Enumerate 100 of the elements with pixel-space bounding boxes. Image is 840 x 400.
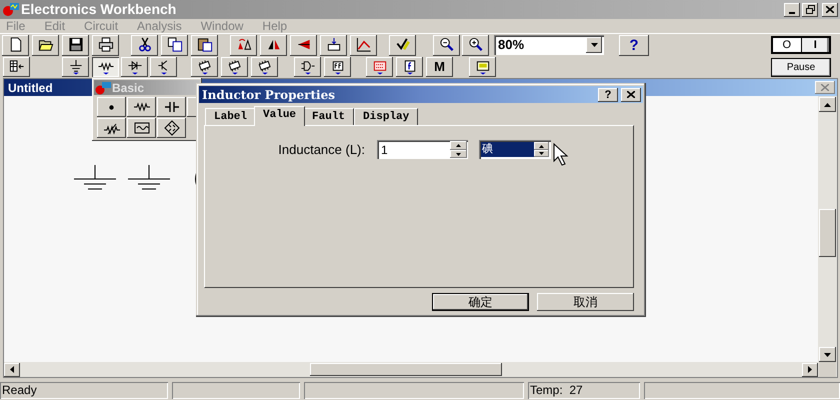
parts-bin-button[interactable]: [469, 56, 496, 77]
toolbar-button[interactable]: [32, 34, 59, 56]
close-icon: [821, 84, 829, 91]
scroll-up-button[interactable]: [819, 97, 836, 112]
parts-bin-button[interactable]: [3, 56, 30, 77]
window-title: Electronics Workbench: [21, 0, 176, 19]
parts-bin-button[interactable]: [221, 56, 248, 77]
close-button[interactable]: [822, 2, 838, 16]
toolbar-button[interactable]: [433, 34, 460, 56]
tab[interactable]: Fault: [303, 108, 354, 125]
right-arrow-icon: [808, 366, 812, 373]
palette-title: Basic: [112, 80, 144, 96]
toolbar-button[interactable]: [92, 34, 119, 56]
status-message: Ready: [0, 382, 168, 399]
minimize-icon: [789, 12, 795, 14]
zoom-value: 80%: [497, 36, 526, 54]
minimize-button[interactable]: [784, 2, 800, 16]
display-board-icon: [372, 58, 388, 75]
toolbar-button[interactable]: [230, 34, 257, 56]
toolbar-button[interactable]: [290, 34, 317, 56]
parts-bin-button[interactable]: [324, 56, 351, 77]
tab[interactable]: Display: [354, 108, 418, 125]
increment-button[interactable]: [450, 141, 467, 150]
dialog-title: Inductor Properties: [202, 86, 335, 104]
palette-button[interactable]: [127, 97, 156, 117]
chip-icon: [226, 58, 242, 75]
up-arrow-icon: [539, 144, 544, 148]
scroll-right-button[interactable]: [802, 362, 818, 376]
zoom-in-icon: [468, 37, 484, 54]
palette-button[interactable]: [157, 97, 186, 117]
parts-bin-button[interactable]: M: [426, 56, 453, 77]
field-label: Inductance (L):: [277, 141, 366, 159]
parts-bin-button[interactable]: [366, 56, 393, 77]
unit-spinbox[interactable]: 碘: [479, 140, 551, 160]
palette-button[interactable]: [127, 118, 156, 138]
parts-bin-button[interactable]: [121, 56, 148, 77]
toolbar-button[interactable]: [260, 34, 287, 56]
component-box-icon: [326, 37, 342, 54]
ground-icon: [68, 58, 84, 75]
parts-bin-button[interactable]: [396, 56, 423, 77]
copy-icon: [166, 37, 182, 54]
power-off-label: O: [781, 38, 792, 52]
toolbar-button[interactable]: [131, 34, 158, 56]
toolbar-button[interactable]: [350, 34, 377, 56]
toolbar-button[interactable]: [62, 34, 89, 56]
toolbar-button[interactable]: [2, 34, 29, 56]
vertical-scrollbar[interactable]: [818, 96, 837, 377]
dialog-button[interactable]: 取消: [537, 293, 634, 311]
dialog-button[interactable]: 确定: [432, 293, 529, 311]
toolbar-button[interactable]: [389, 34, 416, 56]
unit-text: 碘: [481, 142, 534, 158]
power-on-label: I: [800, 38, 829, 52]
tab[interactable]: Value: [254, 106, 306, 126]
logic-gate-icon: [300, 58, 316, 75]
toolbar-button[interactable]: [320, 34, 347, 56]
size-grip[interactable]: [819, 362, 836, 377]
scrollbar-thumb[interactable]: [819, 209, 836, 257]
down-arrow-icon: [824, 352, 831, 356]
value-spinbox[interactable]: 1: [377, 140, 468, 160]
parts-bin-button[interactable]: [294, 56, 321, 77]
toolbar-button[interactable]: [161, 34, 188, 56]
increment-button[interactable]: [534, 142, 549, 150]
scissors-icon: [136, 37, 152, 54]
parts-bin-button[interactable]: [191, 56, 218, 77]
tab[interactable]: Label: [205, 108, 256, 125]
up-arrow-icon: [456, 144, 461, 147]
palette-button[interactable]: [157, 118, 186, 138]
temperature-readout: Temp: 27: [528, 382, 640, 399]
clipboard-icon: [196, 37, 212, 54]
palette-button[interactable]: [97, 118, 126, 138]
up-arrow-icon: [824, 102, 831, 106]
app-logo-icon: [2, 2, 20, 17]
toolbar-button[interactable]: [191, 34, 218, 56]
restore-button[interactable]: [802, 2, 818, 16]
parts-bin-button[interactable]: [251, 56, 278, 77]
parts-bin-button[interactable]: [62, 56, 89, 77]
horizontal-scrollbar[interactable]: [4, 362, 818, 377]
dropdown-arrow-icon: [590, 43, 598, 48]
close-icon: [826, 6, 834, 13]
chip-icon: [196, 58, 212, 75]
zoom-dropdown[interactable]: 80%: [494, 35, 604, 56]
help-button[interactable]: ?: [598, 88, 618, 102]
dropdown-button[interactable]: [586, 37, 602, 54]
capacitor-icon: [164, 99, 180, 115]
toolbar-button[interactable]: [462, 34, 489, 56]
restore-icon: [806, 5, 814, 14]
close-button[interactable]: [621, 88, 641, 102]
close-icon: [627, 91, 635, 98]
parts-bin-button[interactable]: [150, 56, 177, 77]
help-button[interactable]: ?: [619, 34, 649, 56]
scroll-left-button[interactable]: [4, 362, 20, 376]
down-arrow-icon: [456, 152, 461, 156]
pause-button[interactable]: Pause: [771, 58, 831, 77]
parts-bin-button[interactable]: [92, 56, 119, 77]
palette-button[interactable]: [97, 97, 126, 117]
value-text: 1: [380, 142, 389, 160]
power-switch[interactable]: O I: [771, 36, 831, 54]
scroll-down-button[interactable]: [819, 347, 836, 362]
scrollbar-thumb[interactable]: [310, 363, 502, 376]
graph-icon: [356, 37, 372, 54]
